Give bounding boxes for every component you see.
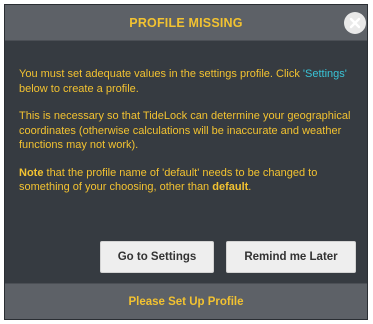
dialog-footer: Please Set Up Profile — [5, 283, 367, 319]
close-button[interactable] — [344, 12, 366, 34]
go-to-settings-button[interactable]: Go to Settings — [100, 241, 214, 273]
reason-paragraph: This is necessary so that TideLock can d… — [19, 110, 351, 151]
remind-me-later-button[interactable]: Remind me Later — [226, 241, 356, 273]
default-quoted: default — [164, 166, 198, 179]
instruction-text-end: below to create a profile. — [19, 82, 139, 95]
profile-missing-dialog: PROFILE MISSING You must set adequate va… — [4, 4, 368, 320]
settings-link[interactable]: 'Settings' — [303, 68, 347, 80]
footer-text: Please Set Up Profile — [128, 295, 244, 308]
note-text-3: . — [248, 181, 252, 193]
dialog-title: PROFILE MISSING — [129, 15, 243, 30]
close-icon — [349, 17, 361, 29]
note-paragraph: Note that the profile name of 'default' … — [19, 166, 357, 195]
dialog-body: You must set adequate values in the sett… — [19, 67, 357, 208]
note-text-1: that the profile name of ' — [43, 166, 165, 179]
default-bold: default — [212, 181, 249, 193]
instruction-text-start: You must set adequate values in the sett… — [19, 68, 303, 80]
instruction-paragraph: You must set adequate values in the sett… — [19, 67, 357, 96]
note-label: Note — [19, 166, 44, 179]
dialog-header: PROFILE MISSING — [5, 5, 367, 41]
